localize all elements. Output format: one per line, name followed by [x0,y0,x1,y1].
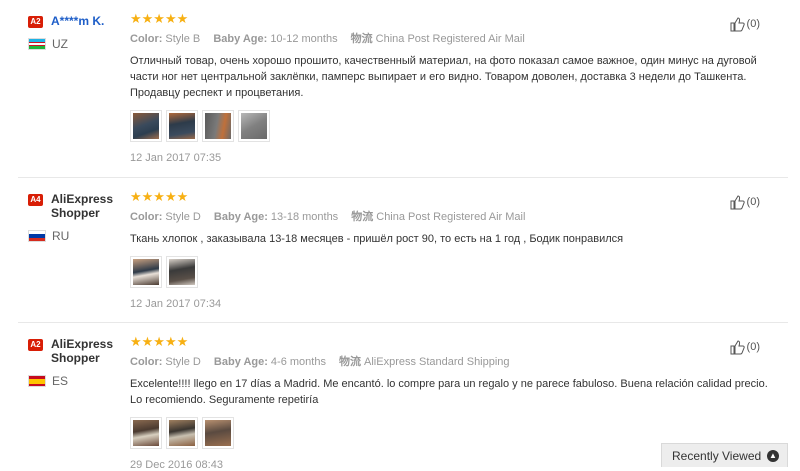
review-photo[interactable] [130,110,162,142]
helpful-button[interactable]: (0) [729,16,760,32]
thumbs-up-icon [730,340,745,355]
reviewer-info: A2 AliExpress Shopper ES [28,337,128,388]
review-photo[interactable] [166,417,198,449]
shipping-value: AliExpress Standard Shipping [364,356,510,368]
reviewer-name[interactable]: A****m K. [51,14,104,28]
shipping-value: China Post Registered Air Mail [375,33,525,45]
reviewer-name: AliExpress Shopper [51,337,114,365]
review-item: A4 AliExpress Shopper RU ★★★★★ Color: Sty… [18,178,788,323]
flag-uz-icon [28,38,46,50]
review-text: Ткань хлопок , заказывала 13-18 месяцев … [130,233,624,245]
review-text: Excelente!!!! llego en 17 días a Madrid.… [130,378,768,406]
review-photos [130,256,650,288]
helpful-button[interactable]: (0) [729,194,760,210]
country-code: ES [52,374,69,388]
shipping-label: 物流 [350,33,373,45]
country-code: RU [52,229,70,243]
order-info: Color: Style D Baby Age: 4-6 months 物流 AliE… [130,355,650,369]
review-photo[interactable] [202,110,234,142]
review-date: 29 Dec 2016 08:43 [130,459,223,471]
level-badge: A2 [28,16,43,28]
review-content: ★★★★★ Color: Style D Baby Age: 13-18 month… [130,190,650,310]
review-photo[interactable] [166,110,198,142]
helpful-button[interactable]: (0) [729,339,760,355]
thumbs-up-icon [730,195,745,210]
size-label: Baby Age: [213,356,268,368]
recently-viewed-label: Recently Viewed [672,448,762,463]
review-text: Отличный товар, очень хорошо прошито, ка… [130,55,757,99]
flag-ru-icon [28,230,46,242]
flag-es-icon [28,375,46,387]
review-item: A2 A****m K. UZ ★★★★★ Color: Style B Baby… [18,0,788,178]
size-value: 13-18 months [270,211,339,223]
color-label: Color: [130,211,163,223]
review-photo[interactable] [130,417,162,449]
order-info: Color: Style B Baby Age: 10-12 months 物流 Ch… [130,32,650,46]
reviewer-country: RU [28,229,128,243]
star-rating: ★★★★★ [130,11,189,26]
recently-viewed-tab[interactable]: Recently Viewed ▲ [661,443,788,467]
chevron-up-icon: ▲ [767,449,779,462]
color-label: Color: [130,356,163,368]
review-photos [130,110,650,142]
shipping-value: China Post Registered Air Mail [376,211,526,223]
country-code: UZ [52,37,68,51]
helpful-count: (0) [746,18,760,30]
star-rating: ★★★★★ [130,334,189,349]
helpful-count: (0) [746,196,760,208]
reviewer-info: A4 AliExpress Shopper RU [28,192,128,243]
shipping-label: 物流 [351,211,374,223]
review-content: ★★★★★ Color: Style D Baby Age: 4-6 months … [130,334,768,471]
review-date: 12 Jan 2017 07:34 [130,298,222,310]
color-value: Style B [165,33,201,45]
reviewer-info: A2 A****m K. UZ [28,14,128,51]
order-info: Color: Style D Baby Age: 13-18 months 物流 Ch… [130,210,650,224]
thumbs-up-icon [730,17,745,32]
reviewer-country: ES [28,374,128,388]
review-photo[interactable] [238,110,270,142]
color-value: Style D [165,356,201,368]
shipping-label: 物流 [339,356,362,368]
size-label: Baby Age: [213,211,268,223]
color-label: Color: [130,33,163,45]
review-photo[interactable] [202,417,234,449]
size-value: 10-12 months [270,33,338,45]
review-photos [130,417,650,449]
size-value: 4-6 months [270,356,326,368]
review-photo[interactable] [166,256,198,288]
level-badge: A4 [28,194,43,206]
reviewer-name: AliExpress Shopper [51,192,114,220]
review-date: 12 Jan 2017 07:35 [130,152,222,164]
review-content: ★★★★★ Color: Style B Baby Age: 10-12 month… [130,11,757,164]
color-value: Style D [165,211,201,223]
reviewer-country: UZ [28,37,128,51]
review-photo[interactable] [130,256,162,288]
star-rating: ★★★★★ [130,189,189,204]
size-label: Baby Age: [213,33,268,45]
level-badge: A2 [28,339,43,351]
helpful-count: (0) [746,341,760,353]
